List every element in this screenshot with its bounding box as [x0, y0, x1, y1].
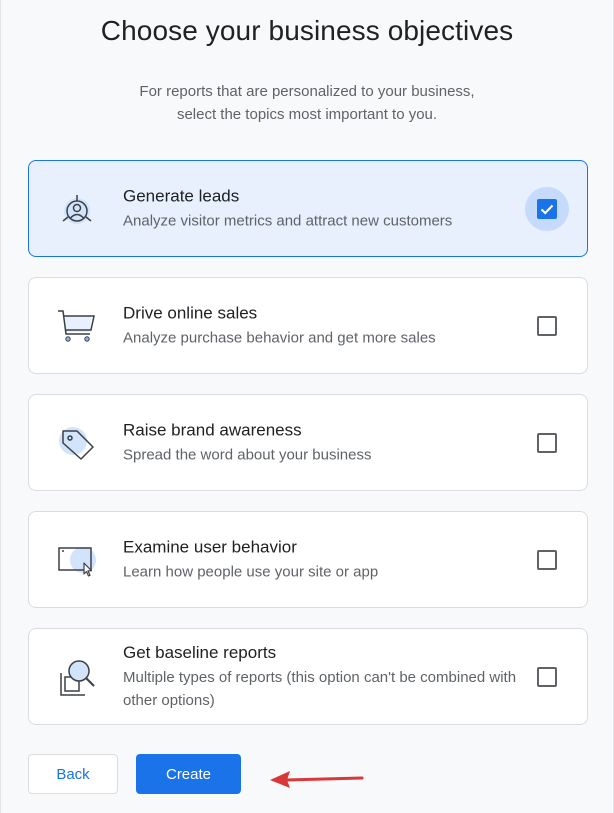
objective-description: Multiple types of reports (this option c… — [123, 668, 517, 709]
objective-card-examine-user-behavior[interactable]: Examine user behavior Learn how people u… — [28, 511, 588, 608]
page-subtitle: For reports that are personalized to you… — [0, 80, 614, 126]
objective-text: Generate leads Analyze visitor metrics a… — [123, 185, 517, 232]
back-button[interactable]: Back — [28, 754, 118, 794]
objective-name: Examine user behavior — [123, 537, 297, 556]
objective-name: Drive online sales — [123, 303, 258, 322]
leads-person-icon — [55, 187, 99, 231]
subtitle-line-1: For reports that are personalized to you… — [139, 83, 475, 100]
checkbox-unchecked — [537, 432, 557, 453]
objective-checkbox-get-baseline-reports[interactable] — [525, 655, 569, 699]
annotation-arrow-icon — [268, 766, 366, 792]
objective-card-drive-online-sales[interactable]: Drive online sales Analyze purchase beha… — [28, 277, 588, 374]
objective-checkbox-examine-user-behavior[interactable] — [525, 538, 569, 582]
objective-name: Generate leads — [123, 186, 240, 205]
objective-card-generate-leads[interactable]: Generate leads Analyze visitor metrics a… — [28, 160, 588, 257]
objective-text: Examine user behavior Learn how people u… — [123, 536, 517, 583]
objective-name: Get baseline reports — [123, 642, 277, 662]
objective-card-raise-brand-awareness[interactable]: Raise brand awareness Spread the word ab… — [28, 394, 588, 491]
browser-cursor-icon — [55, 538, 99, 582]
objective-card-get-baseline-reports[interactable]: Get baseline reports Multiple types of r… — [28, 628, 588, 725]
checkbox-unchecked — [537, 666, 557, 687]
objective-text: Drive online sales Analyze purchase beha… — [123, 302, 517, 349]
objective-checkbox-generate-leads[interactable] — [525, 186, 569, 231]
subtitle-line-2: select the topics most important to you. — [176, 106, 438, 123]
checkmark-icon — [540, 204, 554, 215]
objective-text: Get baseline reports Multiple types of r… — [123, 642, 517, 712]
shopping-cart-icon — [55, 304, 99, 348]
checkbox-unchecked — [537, 315, 557, 336]
checkbox-checked — [537, 198, 557, 219]
page-title: Choose your business objectives — [100, 15, 514, 46]
tag-icon — [55, 421, 99, 465]
objective-checkbox-raise-brand-awareness[interactable] — [525, 421, 569, 465]
create-button[interactable]: Create — [136, 754, 241, 794]
checkbox-unchecked — [537, 549, 557, 570]
objective-description: Analyze purchase behavior and get more s… — [123, 329, 436, 346]
objective-description: Learn how people use your site or app — [123, 563, 379, 580]
magnifier-report-icon — [55, 655, 99, 699]
objective-text: Raise brand awareness Spread the word ab… — [123, 419, 517, 466]
objective-checkbox-drive-online-sales[interactable] — [525, 304, 569, 348]
objective-name: Raise brand awareness — [123, 420, 302, 439]
objective-description: Spread the word about your business — [123, 446, 372, 463]
objective-description: Analyze visitor metrics and attract new … — [123, 212, 453, 229]
